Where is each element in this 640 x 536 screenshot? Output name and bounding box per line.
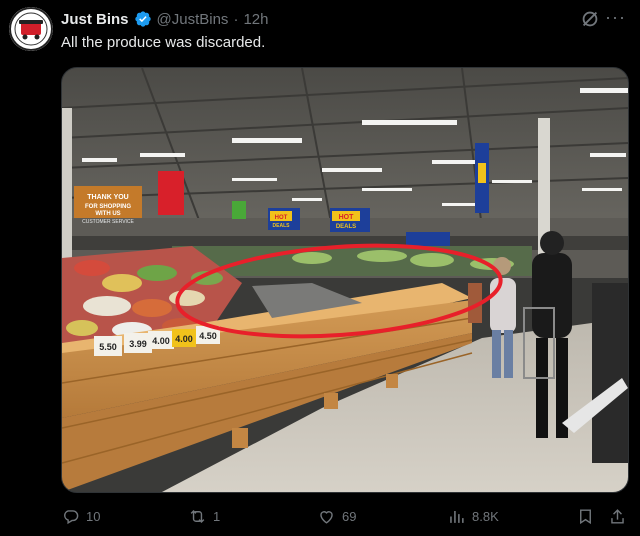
bookmark-button[interactable] (576, 505, 595, 527)
views-chart-icon (450, 510, 464, 523)
svg-text:FOR SHOPPING: FOR SHOPPING (85, 204, 131, 210)
post-timestamp[interactable]: 12h (243, 11, 268, 28)
svg-text:WITH US: WITH US (95, 211, 120, 217)
grok-icon[interactable] (579, 8, 601, 30)
post-actions: 10 1 69 8.8K (61, 505, 629, 527)
repost-icon (190, 509, 205, 523)
like-count: 69 (342, 508, 357, 524)
heart-icon (320, 510, 333, 524)
price-tag: 5.50 (99, 342, 117, 352)
price-tag: 4.00 (152, 336, 170, 346)
separator-dot: · (233, 10, 239, 28)
share-button[interactable] (608, 505, 627, 527)
views-button[interactable]: 8.8K (447, 505, 499, 527)
post-header: Just Bins @JustBins · 12h (61, 9, 560, 29)
svg-text:DEALS: DEALS (273, 223, 291, 229)
post-image[interactable]: THANK YOU FOR SHOPPING WITH US CUSTOMER … (61, 67, 629, 493)
store-produce-photo: THANK YOU FOR SHOPPING WITH US CUSTOMER … (62, 68, 628, 492)
author-avatar[interactable] (9, 7, 53, 51)
more-options-icon[interactable]: ··· (605, 7, 626, 28)
svg-text:DEALS: DEALS (336, 224, 356, 230)
svg-text:CUSTOMER SERVICE: CUSTOMER SERVICE (82, 219, 134, 225)
price-tag: 3.99 (129, 339, 147, 349)
like-button[interactable]: 69 (317, 505, 356, 527)
price-tag: 4.50 (199, 331, 217, 341)
author-name[interactable]: Just Bins (61, 11, 129, 28)
reply-icon (64, 509, 79, 524)
reply-count: 10 (86, 508, 101, 524)
repost-count: 1 (213, 508, 221, 524)
svg-text:THANK YOU: THANK YOU (87, 194, 128, 201)
post-text: All the produce was discarded. (61, 34, 266, 51)
verified-badge-icon (134, 11, 151, 27)
view-count: 8.8K (472, 508, 499, 524)
svg-text:HOT: HOT (275, 215, 288, 221)
svg-text:HOT: HOT (339, 214, 355, 221)
price-tag: 4.00 (175, 334, 193, 344)
reply-button[interactable]: 10 (61, 505, 100, 527)
bin-logo-icon (9, 7, 53, 51)
repost-button[interactable]: 1 (188, 505, 220, 527)
bookmark-icon (580, 508, 591, 524)
share-icon (611, 508, 624, 524)
author-handle[interactable]: @JustBins (157, 11, 229, 28)
